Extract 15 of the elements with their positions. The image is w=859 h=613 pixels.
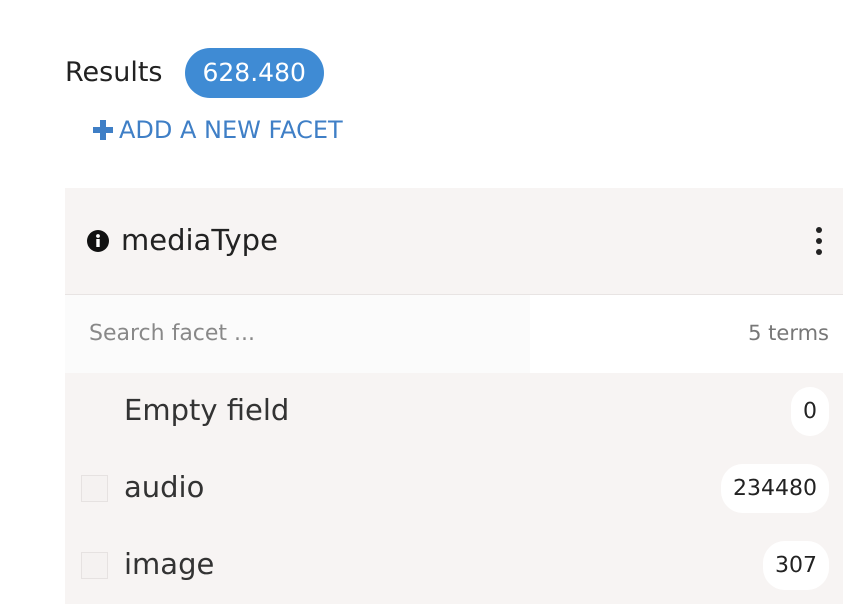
term-label[interactable]: image (124, 543, 763, 587)
term-count: 307 (763, 540, 829, 590)
more-menu-icon[interactable] (815, 226, 823, 256)
term-label[interactable]: Empty field (124, 389, 791, 433)
term-label[interactable]: audio (124, 466, 722, 510)
term-count: 0 (791, 386, 829, 436)
plus-icon (93, 120, 113, 140)
search-field[interactable]: Search facet ... (65, 294, 530, 372)
terms-count: 5 terms (748, 320, 830, 347)
add-facet-link[interactable]: ADD A NEW FACET (93, 112, 343, 148)
results-title: Results (65, 56, 162, 90)
results-count: 628.480 (184, 48, 324, 98)
term-count: 234480 (721, 464, 829, 512)
info-icon[interactable] (87, 230, 109, 252)
facet-title: mediaType (121, 222, 279, 259)
